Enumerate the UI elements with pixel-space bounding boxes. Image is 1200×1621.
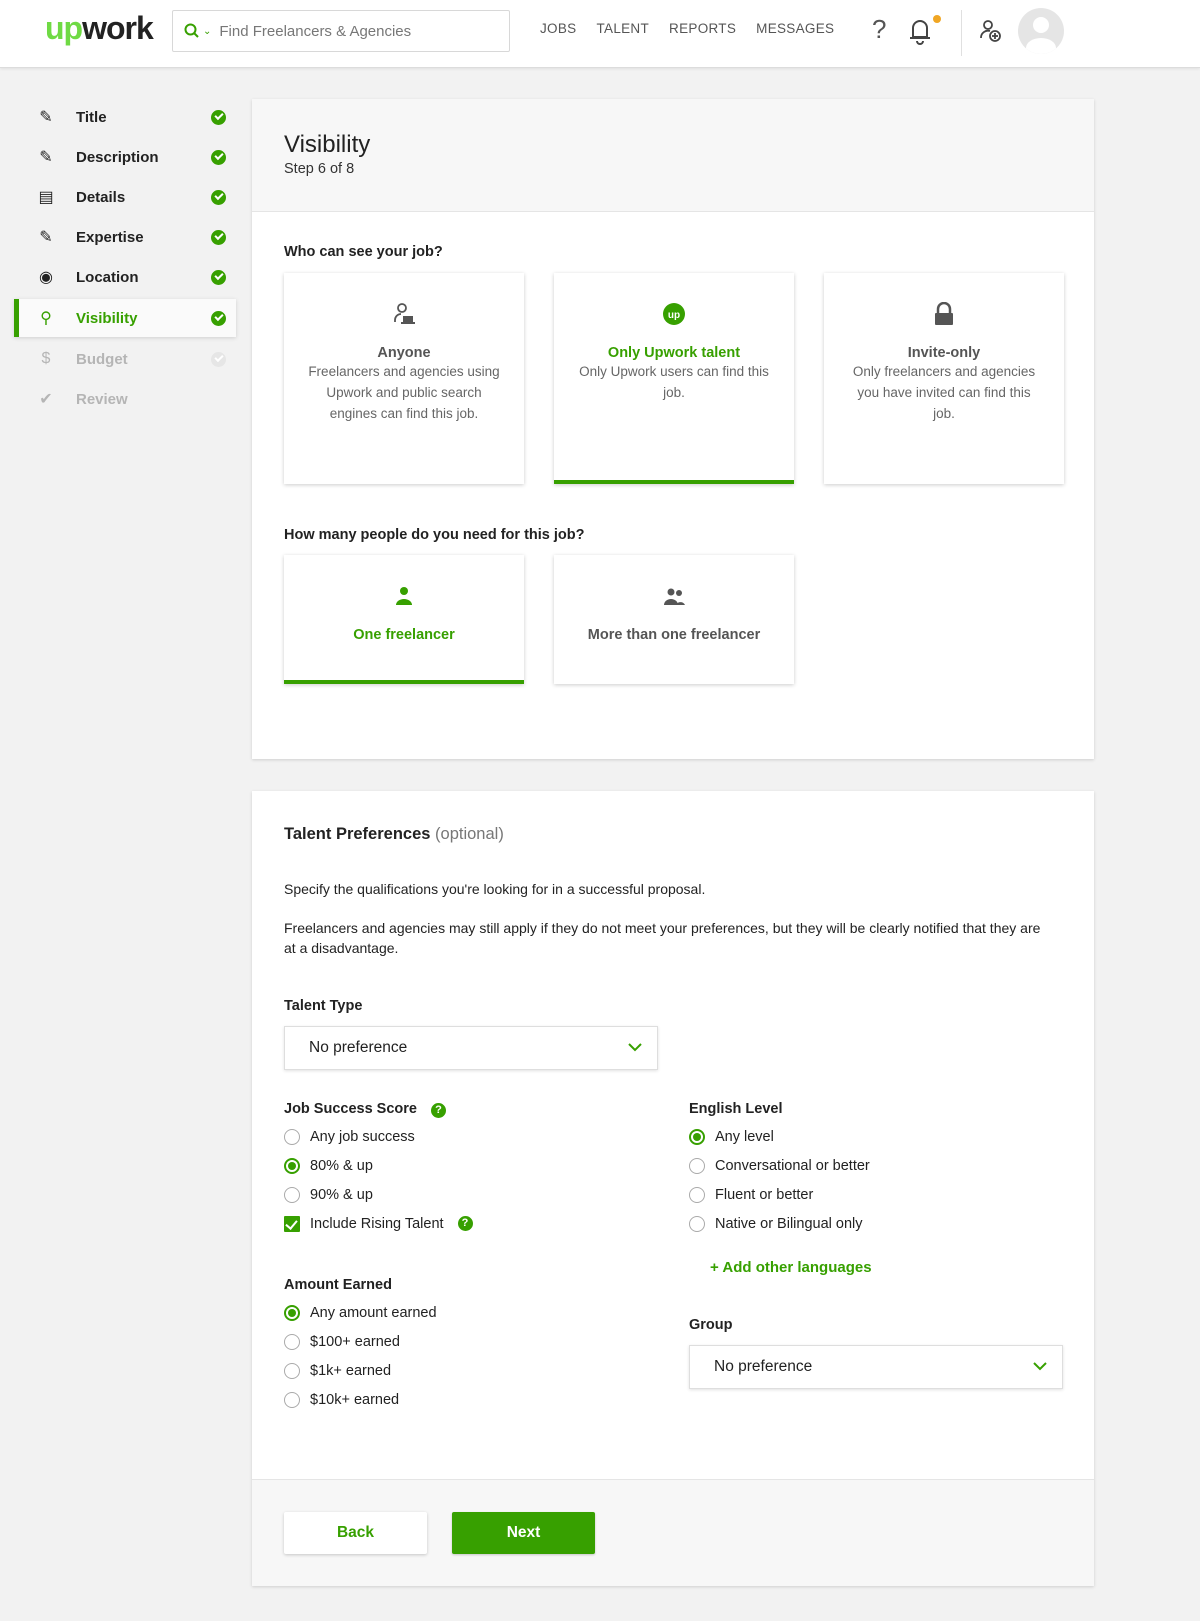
check-circle-icon — [211, 149, 226, 165]
radio-100-earned[interactable]: $100+ earned — [284, 1327, 437, 1356]
talent-type-label: Talent Type — [284, 998, 363, 1014]
user-silhouette-icon — [1026, 17, 1056, 54]
top-navigation-bar: upwork ⌄ JOBS TALENT REPORTS MESSAGES ? — [0, 0, 1200, 68]
sidebar-item-location[interactable]: ◉ Location — [14, 257, 236, 297]
amount-earned-radio-group: Any amount earned $100+ earned $1k+ earn… — [284, 1298, 437, 1414]
nav-reports[interactable]: REPORTS — [669, 21, 736, 36]
next-button[interactable]: Next — [452, 1512, 595, 1554]
sidebar-item-title[interactable]: ✎ Title — [14, 97, 236, 137]
talent-type-select[interactable]: No preference — [284, 1026, 658, 1070]
user-laptop-icon — [391, 301, 417, 327]
radio-1k-earned[interactable]: $1k+ earned — [284, 1356, 437, 1385]
sidebar-item-visibility[interactable]: ⚲ Visibility — [14, 299, 236, 337]
english-level-label: English Level — [689, 1101, 783, 1117]
who-can-see-label: Who can see your job? — [284, 244, 443, 260]
job-success-score-label: Job Success Score? — [284, 1101, 446, 1118]
dollar-icon: $ — [41, 350, 51, 367]
page-title: Visibility — [284, 131, 371, 158]
checkmark-icon: ✔ — [39, 391, 53, 408]
option-anyone[interactable]: Anyone Freelancers and agencies using Up… — [284, 273, 524, 484]
radio-80-up[interactable]: 80% & up — [284, 1151, 473, 1180]
svg-text:up: up — [668, 310, 680, 321]
sidebar-item-details[interactable]: ▤ Details — [14, 177, 236, 217]
multiple-users-icon — [661, 583, 687, 609]
radio-fluent[interactable]: Fluent or better — [689, 1180, 870, 1209]
sidebar-item-description[interactable]: ✎ Description — [14, 137, 236, 177]
check-circle-icon — [211, 310, 226, 326]
search-input[interactable] — [219, 22, 480, 40]
sidebar-item-budget[interactable]: $ Budget — [14, 339, 236, 379]
group-label: Group — [689, 1317, 733, 1333]
disclaimer-text: Freelancers and agencies may still apply… — [284, 920, 1041, 956]
bell-icon[interactable] — [906, 16, 934, 46]
chevron-down-icon[interactable]: ⌄ — [203, 26, 211, 37]
radio-any-level[interactable]: Any level — [689, 1122, 870, 1151]
option-more-than-one-freelancer[interactable]: More than one freelancer — [554, 555, 794, 684]
check-circle-icon — [211, 269, 226, 285]
check-circle-icon — [211, 109, 226, 125]
visibility-card: Visibility Step 6 of 8 Who can see your … — [252, 99, 1094, 759]
single-user-icon — [391, 583, 417, 609]
search-icon[interactable] — [183, 22, 201, 40]
step-sidebar: ✎ Title ✎ Description ▤ Details ✎ Expert… — [14, 97, 236, 419]
add-user-icon[interactable] — [978, 18, 1004, 44]
chevron-down-icon — [628, 1043, 642, 1052]
radio-10k-earned[interactable]: $10k+ earned — [284, 1385, 437, 1414]
map-pin-icon: ◉ — [39, 269, 53, 286]
upwork-logo[interactable]: upwork — [45, 10, 154, 47]
chevron-down-icon — [1033, 1362, 1047, 1371]
check-circle-icon — [211, 229, 226, 245]
option-one-freelancer[interactable]: One freelancer — [284, 555, 524, 684]
edit-icon: ✎ — [39, 149, 53, 166]
radio-90-up[interactable]: 90% & up — [284, 1180, 473, 1209]
radio-native-bilingual[interactable]: Native or Bilingual only — [689, 1209, 870, 1238]
add-other-languages-link[interactable]: + Add other languages — [710, 1259, 872, 1276]
list-icon: ▤ — [38, 189, 54, 206]
intro-text: Specify the qualifications you're lookin… — [284, 881, 706, 897]
sidebar-item-expertise[interactable]: ✎ Expertise — [14, 217, 236, 257]
pencil-icon: ✎ — [39, 109, 53, 126]
card-header: Visibility Step 6 of 8 — [252, 99, 1094, 212]
section-title: Talent Preferences (optional) — [284, 825, 504, 843]
amount-earned-label: Amount Earned — [284, 1277, 392, 1293]
main-nav: JOBS TALENT REPORTS MESSAGES — [540, 21, 834, 36]
step-indicator: Step 6 of 8 — [284, 161, 355, 177]
checkbox[interactable] — [284, 1215, 300, 1232]
notification-dot — [933, 15, 941, 23]
option-only-upwork-talent[interactable]: up Only Upwork talent Only Upwork users … — [554, 273, 794, 484]
check-circle-icon — [211, 351, 226, 367]
job-success-radio-group: Any job success 80% & up 90% & up Includ… — [284, 1122, 473, 1238]
checkbox-include-rising-talent[interactable]: Include Rising Talent? — [284, 1209, 473, 1238]
nav-messages[interactable]: MESSAGES — [756, 21, 834, 36]
check-circle-icon — [211, 189, 226, 205]
form-footer: Back Next — [252, 1479, 1094, 1586]
option-invite-only[interactable]: Invite-only Only freelancers and agencie… — [824, 273, 1064, 484]
avatar[interactable] — [1018, 8, 1064, 54]
back-button[interactable]: Back — [284, 1512, 427, 1554]
radio-any-job-success[interactable]: Any job success — [284, 1122, 473, 1151]
help-icon[interactable]: ? — [872, 14, 886, 45]
talent-preferences-card: Talent Preferences (optional) Specify th… — [252, 791, 1094, 1586]
upwork-badge-icon: up — [661, 301, 687, 327]
help-icon[interactable]: ? — [457, 1216, 473, 1231]
nav-jobs[interactable]: JOBS — [540, 21, 576, 36]
tools-icon: ✎ — [39, 229, 53, 246]
english-level-radio-group: Any level Conversational or better Fluen… — [689, 1122, 870, 1238]
radio-any-amount[interactable]: Any amount earned — [284, 1298, 437, 1327]
lock-icon — [931, 301, 957, 327]
group-select[interactable]: No preference — [689, 1345, 1063, 1389]
help-icon[interactable]: ? — [431, 1103, 446, 1118]
sidebar-item-review[interactable]: ✔ Review — [14, 379, 236, 419]
search-user-icon: ⚲ — [40, 310, 52, 327]
divider — [961, 10, 962, 56]
search-box[interactable]: ⌄ — [172, 10, 510, 52]
how-many-people-label: How many people do you need for this job… — [284, 527, 585, 543]
radio-conversational[interactable]: Conversational or better — [689, 1151, 870, 1180]
nav-talent[interactable]: TALENT — [596, 21, 649, 36]
